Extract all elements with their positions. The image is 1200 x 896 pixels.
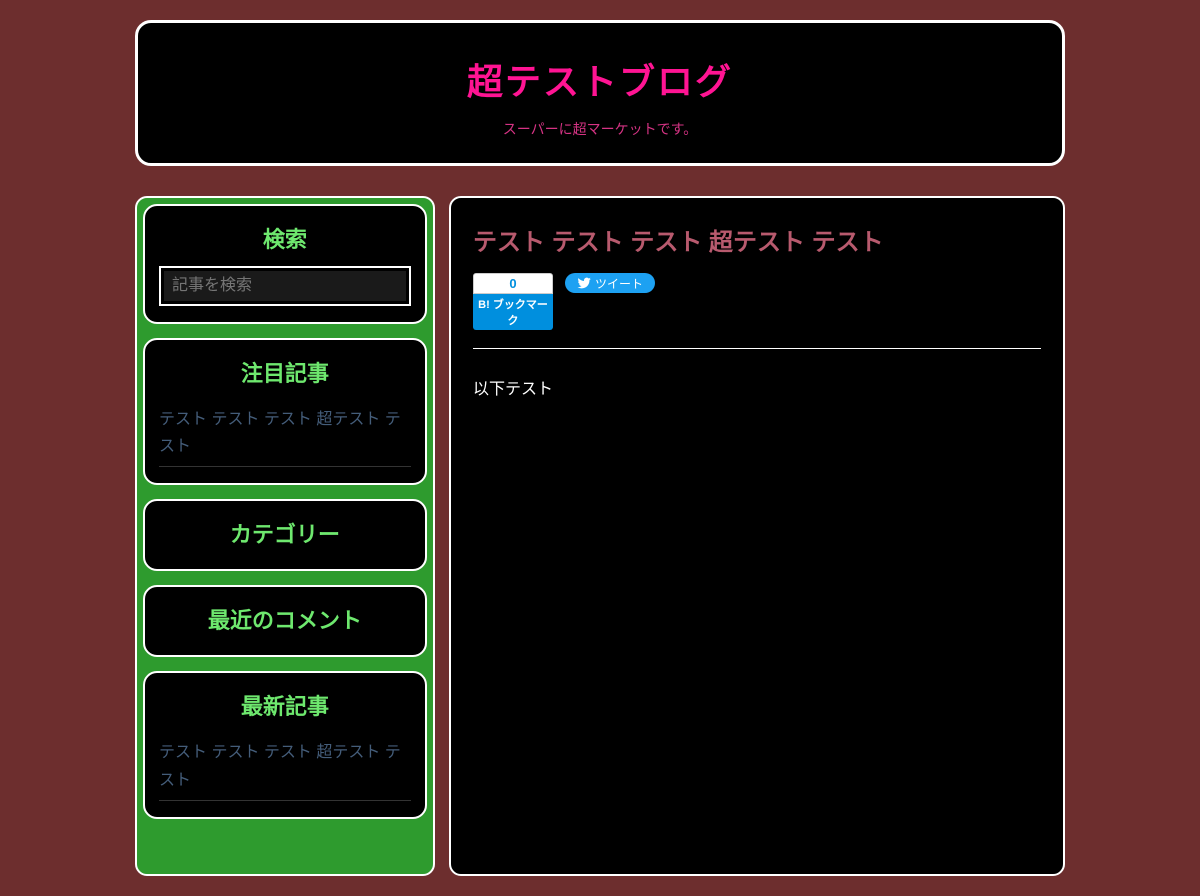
post-title: テスト テスト テスト 超テスト テスト (473, 222, 1041, 257)
tweet-button[interactable]: ツイート (565, 273, 655, 293)
featured-widget: 注目記事 テスト テスト テスト 超テスト テスト (143, 338, 427, 485)
categories-widget: カテゴリー (143, 499, 427, 571)
blog-title[interactable]: 超テストブログ (158, 53, 1042, 105)
recent-comments-widget: 最近のコメント (143, 585, 427, 657)
search-input[interactable] (164, 271, 406, 301)
blog-subtitle: スーパーに超マーケットです。 (158, 119, 1042, 139)
tweet-label: ツイート (595, 275, 643, 292)
recent-posts-widget-title: 最新記事 (159, 689, 411, 721)
search-widget-title: 検索 (159, 222, 411, 254)
featured-article-link[interactable]: テスト テスト テスト 超テスト テスト (159, 406, 411, 467)
post-divider (473, 348, 1041, 349)
hatena-count: 0 (473, 273, 553, 294)
recent-post-link[interactable]: テスト テスト テスト 超テスト テスト (159, 739, 411, 800)
search-widget: 検索 (143, 204, 427, 324)
recent-posts-widget: 最新記事 テスト テスト テスト 超テスト テスト (143, 671, 427, 818)
recent-comments-widget-title: 最近のコメント (159, 603, 411, 635)
hatena-bookmark[interactable]: 0 B! ブックマーク (473, 273, 553, 330)
share-row: 0 B! ブックマーク ツイート (473, 273, 1041, 330)
search-input-wrap (159, 266, 411, 306)
hatena-button[interactable]: B! ブックマーク (473, 294, 553, 330)
featured-widget-title: 注目記事 (159, 356, 411, 388)
sidebar: 検索 注目記事 テスト テスト テスト 超テスト テスト カテゴリー 最近のコメ… (135, 196, 435, 876)
post-main: テスト テスト テスト 超テスト テスト 0 B! ブックマーク ツイート 以下… (449, 196, 1065, 876)
post-body: 以下テスト (473, 375, 1041, 399)
categories-widget-title: カテゴリー (159, 517, 411, 549)
twitter-icon (577, 276, 591, 290)
blog-header: 超テストブログ スーパーに超マーケットです。 (135, 20, 1065, 166)
